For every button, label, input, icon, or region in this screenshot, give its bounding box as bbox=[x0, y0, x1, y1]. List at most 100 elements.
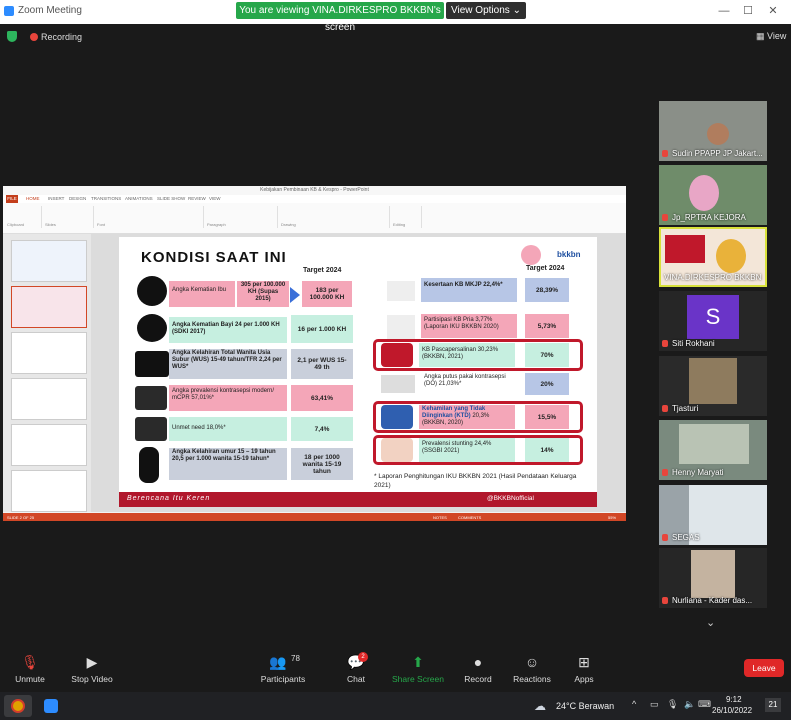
cloud-icon: ☁ bbox=[534, 699, 546, 713]
participant-tile[interactable]: Tjasturi bbox=[659, 356, 767, 416]
ppt-tab[interactable]: ANIMATIONS bbox=[125, 196, 153, 201]
clock-date[interactable]: 26/10/2022 bbox=[712, 706, 752, 715]
comments-button[interactable]: COMMENTS bbox=[458, 515, 481, 520]
ribbon-group: Editing bbox=[391, 206, 422, 228]
chevron-down-icon[interactable]: ⌄ bbox=[706, 616, 715, 629]
right-row-label: Angka putus pakai kontrasepsi (DO) 21,03… bbox=[424, 374, 506, 387]
slide-thumbnail[interactable] bbox=[11, 378, 87, 420]
hand-icon bbox=[135, 417, 167, 441]
mother-baby-icon bbox=[381, 343, 413, 367]
ribbon-group-label: Clipboard bbox=[7, 222, 25, 227]
left-row-label: Angka Kelahiran Total Wanita Usia Subur … bbox=[169, 349, 287, 379]
baby-icon bbox=[137, 314, 167, 342]
target-header: Target 2024 bbox=[526, 265, 565, 272]
chevron-up-icon[interactable]: ^ bbox=[632, 699, 636, 709]
contraception-dropout-icon bbox=[381, 375, 415, 393]
ribbon-group: Clipboard bbox=[5, 206, 42, 228]
record-button[interactable]: ● Record bbox=[458, 646, 498, 690]
notification-badge[interactable]: 21 bbox=[765, 698, 781, 712]
ppt-tab[interactable]: DESIGN bbox=[69, 196, 86, 201]
ppt-file-tab[interactable]: FILE bbox=[6, 195, 18, 203]
ribbon-group-label: Slides bbox=[45, 222, 56, 227]
slide-thumbnail[interactable] bbox=[11, 424, 87, 466]
weather-text[interactable]: 24°C Berawan bbox=[556, 701, 614, 711]
ppt-tab[interactable]: VIEW bbox=[209, 196, 221, 201]
teen-pregnancy-icon bbox=[139, 447, 159, 483]
reactions-button[interactable]: ☺ Reactions bbox=[510, 646, 554, 690]
slide-thumbnail[interactable] bbox=[11, 240, 87, 282]
viewing-banner: You are viewing VINA.DIRKESPRO BKKBN's s… bbox=[236, 2, 444, 33]
close-icon[interactable]: ✕ bbox=[762, 3, 784, 19]
apps-icon: ⊞ bbox=[578, 654, 590, 670]
view-button-label: View bbox=[767, 31, 787, 41]
zoom-taskbar-icon[interactable] bbox=[38, 695, 64, 717]
slide-thumbnails bbox=[3, 234, 91, 512]
left-row-target: 18 per 1000 wanita 15-19 tahun bbox=[291, 448, 353, 480]
ribbon-group-label: Paragraph bbox=[207, 222, 226, 227]
chrome-taskbar-icon[interactable] bbox=[4, 695, 32, 717]
ribbon-group: Paragraph bbox=[205, 206, 278, 228]
participant-name: Tjasturi bbox=[672, 404, 699, 413]
slide: KONDISI SAAT INI bkkbn Target 2024 Targe… bbox=[119, 237, 597, 507]
window-titlebar: Zoom Meeting You are viewing VINA.DIRKES… bbox=[0, 0, 791, 33]
participant-tile[interactable]: Nurliana - Kader das... bbox=[659, 548, 767, 608]
participant-tile[interactable]: Henny Maryati bbox=[659, 420, 767, 480]
left-row-label: Unmet need 18,0%* bbox=[169, 417, 287, 441]
ppt-tab[interactable]: INSERT bbox=[48, 196, 64, 201]
view-button[interactable]: ▦ View bbox=[756, 31, 786, 42]
right-row-target: 20% bbox=[525, 373, 569, 395]
mic-muted-icon bbox=[662, 405, 668, 412]
unmute-button[interactable]: 🎙 Unmute bbox=[8, 646, 52, 690]
slide-thumbnail[interactable] bbox=[11, 286, 87, 328]
share-screen-button[interactable]: ⬆ Share Screen bbox=[392, 646, 444, 690]
brand-name: bkkbn bbox=[557, 250, 581, 259]
participants-count: 78 bbox=[291, 654, 300, 663]
zoom-level: 55% bbox=[608, 515, 617, 520]
chat-badge: 2 bbox=[358, 652, 368, 662]
mic-muted-icon bbox=[662, 534, 668, 541]
participant-tile[interactable]: SEGAS bbox=[659, 485, 767, 545]
participant-tile-active[interactable]: VINA.DIRKESPRO BKKBN bbox=[659, 227, 767, 287]
slide-thumbnail[interactable] bbox=[11, 332, 87, 374]
ppt-tab[interactable]: TRANSITIONS bbox=[91, 196, 121, 201]
participant-video bbox=[716, 239, 746, 273]
minimize-icon[interactable]: — bbox=[713, 3, 735, 19]
language-icon[interactable]: ⌨ bbox=[698, 699, 711, 710]
ppt-tab[interactable]: HOME bbox=[26, 196, 40, 201]
participants-label: Participants bbox=[260, 674, 306, 684]
apps-button[interactable]: ⊞ Apps bbox=[568, 646, 600, 690]
participant-video bbox=[707, 123, 729, 145]
clock-time[interactable]: 9:12 bbox=[726, 695, 742, 704]
unaids-banner bbox=[665, 235, 705, 263]
stop-video-button[interactable]: ▶ Stop Video bbox=[66, 646, 118, 690]
leave-button[interactable]: Leave bbox=[744, 659, 784, 677]
volume-icon[interactable]: 🔈 bbox=[684, 699, 695, 710]
security-shield-icon[interactable] bbox=[7, 31, 17, 42]
mic-muted-icon bbox=[662, 469, 668, 476]
ppt-tab[interactable]: SLIDE SHOW bbox=[157, 196, 185, 201]
participant-tile[interactable]: Jp_RPTRA KEJORA bbox=[659, 165, 767, 225]
left-row-target: 183 per 100.000 KH bbox=[302, 281, 352, 307]
arrow-right-icon bbox=[290, 287, 300, 303]
left-row-label: Angka Kelahiran umur 15 – 19 tahun 20,5 … bbox=[169, 448, 287, 480]
network-icon[interactable]: ▭ bbox=[650, 699, 659, 710]
participant-video bbox=[679, 424, 749, 464]
left-row-target: 16 per 1.000 KH bbox=[291, 315, 353, 343]
participants-button[interactable]: 👥 78 Participants bbox=[258, 646, 308, 690]
view-options-button[interactable]: View Options ⌄ bbox=[446, 2, 526, 19]
ppt-tab[interactable]: REVIEW bbox=[188, 196, 206, 201]
iud-icon bbox=[387, 281, 415, 301]
notes-button[interactable]: NOTES bbox=[433, 515, 447, 520]
chat-button[interactable]: 💬 2 Chat bbox=[336, 646, 376, 690]
participant-tile[interactable]: Sudin PPAPP JP Jakart... bbox=[659, 101, 767, 161]
ribbon-group-label: Drawing bbox=[281, 222, 296, 227]
window-title: Zoom Meeting bbox=[18, 5, 82, 16]
participant-tile[interactable]: S Siti Rokhani bbox=[659, 291, 767, 351]
slide-thumbnail[interactable] bbox=[11, 470, 87, 512]
maximize-icon[interactable]: ☐ bbox=[737, 3, 759, 19]
mic-icon[interactable]: 🎙 bbox=[667, 699, 678, 710]
chat-label: Chat bbox=[347, 674, 365, 684]
left-row-target: 2,1 per WUS 15-49 th bbox=[291, 349, 353, 379]
avatar: S bbox=[687, 295, 739, 339]
slide-counter: SLIDE 2 OF 25 bbox=[7, 515, 35, 520]
